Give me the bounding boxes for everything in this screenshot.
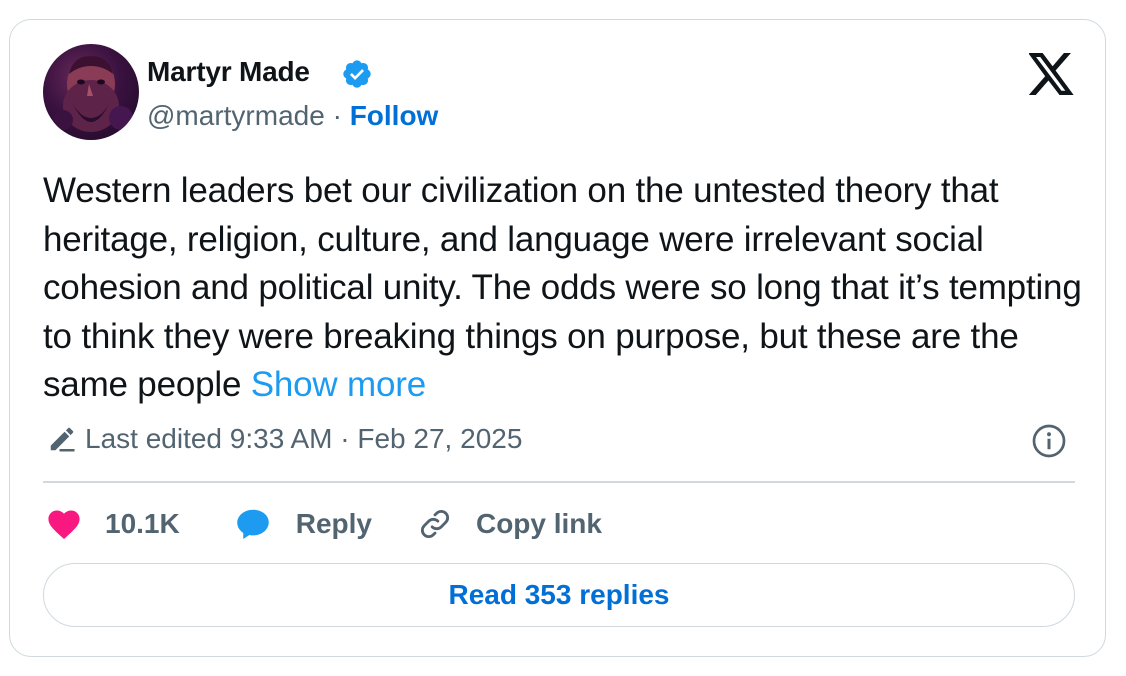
info-icon[interactable] [1031,423,1067,459]
copy-link-button[interactable]: Copy link [418,507,602,541]
reply-label: Reply [295,508,372,539]
read-replies-label: Read 353 replies [448,579,670,610]
like-button[interactable]: 10.1K [47,508,180,540]
reply-button[interactable]: Reply [234,506,372,542]
avatar[interactable] [43,44,139,140]
verified-badge-icon [343,60,371,88]
tweet-body: Western leaders bet our civilization on … [43,167,1093,410]
divider [43,481,1075,483]
heart-icon [48,510,80,540]
handle-row: @martyrmade · Follow [147,100,438,132]
show-more-link[interactable]: Show more [251,365,426,404]
edited-timestamp: Last edited 9:33 AM · Feb 27, 2025 [85,423,523,454]
likes-count: 10.1K [105,508,180,539]
edited-info[interactable]: Last edited 9:33 AM · Feb 27, 2025 [47,423,522,455]
author-handle[interactable]: @martyrmade [147,100,325,131]
tweet-text: Western leaders bet our civilization on … [43,171,1082,404]
read-replies-button[interactable]: Read 353 replies [43,563,1075,627]
edit-pencil-icon [50,427,75,452]
author-name[interactable]: Martyr Made [147,56,310,88]
handle-separator: · [324,100,350,131]
follow-button[interactable]: Follow [350,100,439,131]
x-logo-icon[interactable] [1029,53,1075,95]
reply-bubble-icon [236,509,269,539]
tweet-card: Martyr Made @martyrmade · Follow Western… [9,19,1106,657]
copy-link-label: Copy link [475,508,602,539]
link-icon [420,510,449,538]
action-bar: 10.1K Reply Copy link [47,502,602,546]
